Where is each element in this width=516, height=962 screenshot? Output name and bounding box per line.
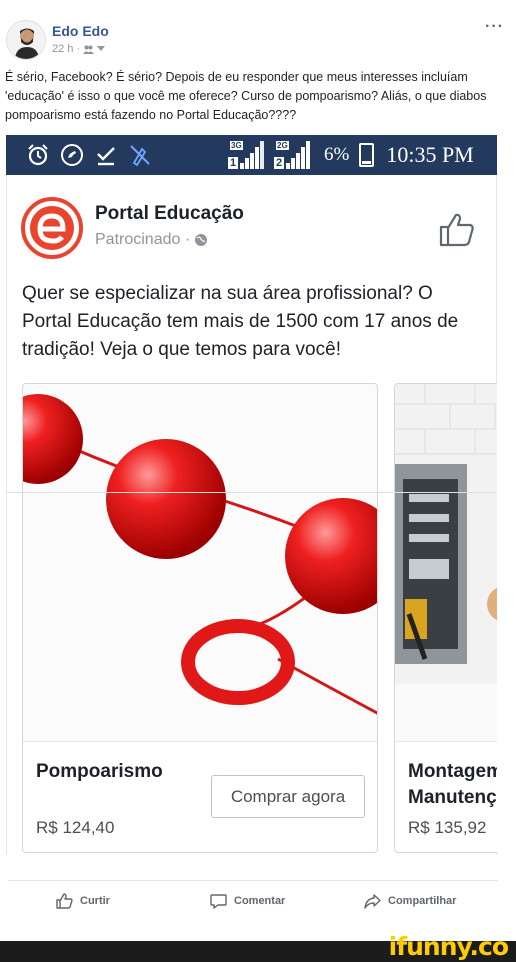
download-done-icon [94, 143, 118, 167]
friends-icon [83, 45, 95, 54]
share-label: Compartilhar [388, 895, 457, 907]
product-image-computer[interactable] [395, 384, 497, 741]
post-actions: Curtir Comentar Compartilhar [8, 880, 498, 920]
signal-sim2-icon: 2G 2 [272, 140, 314, 170]
ifunny-watermark: ifunny.co [388, 932, 509, 961]
carousel-card-pompoarismo[interactable]: Pompoarismo R$ 124,40 Comprar agora [22, 383, 378, 853]
avatar[interactable] [6, 20, 46, 60]
status-clock: 10:35 PM [386, 142, 474, 167]
comment-label: Comentar [234, 895, 286, 907]
muted-mic-icon [128, 143, 152, 167]
like-button[interactable]: Curtir [56, 893, 110, 909]
sim-slot-1: 1 [228, 157, 238, 169]
image-stitch-line [6, 492, 497, 493]
like-label: Curtir [80, 895, 110, 907]
phone-status-bar: 3G 1 2G 2 6% 10:35 PM [6, 135, 497, 175]
more-options-button[interactable]: ··· [485, 18, 504, 36]
ad-page-name[interactable]: Portal Educação [95, 203, 244, 225]
battery-icon [359, 143, 375, 167]
thumbs-up-icon[interactable] [438, 210, 476, 248]
embedded-screenshot: 3G 1 2G 2 6% 10:35 PM Portal Educação Pa [6, 135, 497, 855]
carousel-card-montagem[interactable]: Montagem e Manutenção R$ 135,92 [394, 383, 497, 853]
sponsored-label: Patrocinado · [95, 231, 208, 249]
post-header: Edo Edo 22 h · ··· [6, 18, 506, 62]
card-footer: Montagem e Manutenção R$ 135,92 [395, 741, 497, 852]
battery-percent: 6% [324, 144, 350, 165]
comment-icon [210, 894, 227, 909]
share-button[interactable]: Compartilhar [364, 893, 456, 909]
card-title[interactable]: Montagem e Manutenção [408, 759, 497, 811]
sponsored-ad: Portal Educação Patrocinado · Quer se es… [6, 175, 497, 855]
alarm-icon [26, 143, 50, 167]
card-title[interactable]: Pompoarismo [36, 759, 163, 785]
caret-down-icon[interactable] [97, 46, 106, 52]
post-time[interactable]: 22 h · [52, 43, 80, 55]
globe-icon [195, 234, 208, 246]
watermark-bar: ifunny.co [0, 933, 516, 962]
product-image-beads[interactable] [23, 384, 377, 741]
buy-now-button[interactable]: Comprar agora [211, 775, 365, 818]
card-price: R$ 124,40 [36, 818, 115, 837]
ad-body-text: Quer se especializar na sua área profiss… [22, 283, 459, 360]
like-icon [56, 893, 73, 909]
sponsored-text: Patrocinado · [95, 231, 191, 248]
author-name[interactable]: Edo Edo [52, 23, 109, 39]
card-footer: Pompoarismo R$ 124,40 Comprar agora [23, 741, 377, 852]
call-icon [60, 143, 84, 167]
post-text: É sério, Facebook? É sério? Depois de eu… [5, 70, 487, 122]
share-icon [364, 894, 381, 909]
sim-slot-2: 2 [274, 157, 284, 169]
signal-sim1-icon: 3G 1 [226, 140, 268, 170]
card-price: R$ 135,92 [408, 818, 487, 837]
comment-button[interactable]: Comentar [210, 893, 285, 909]
portal-educacao-logo[interactable] [21, 197, 83, 259]
post-meta: 22 h · [52, 43, 106, 55]
